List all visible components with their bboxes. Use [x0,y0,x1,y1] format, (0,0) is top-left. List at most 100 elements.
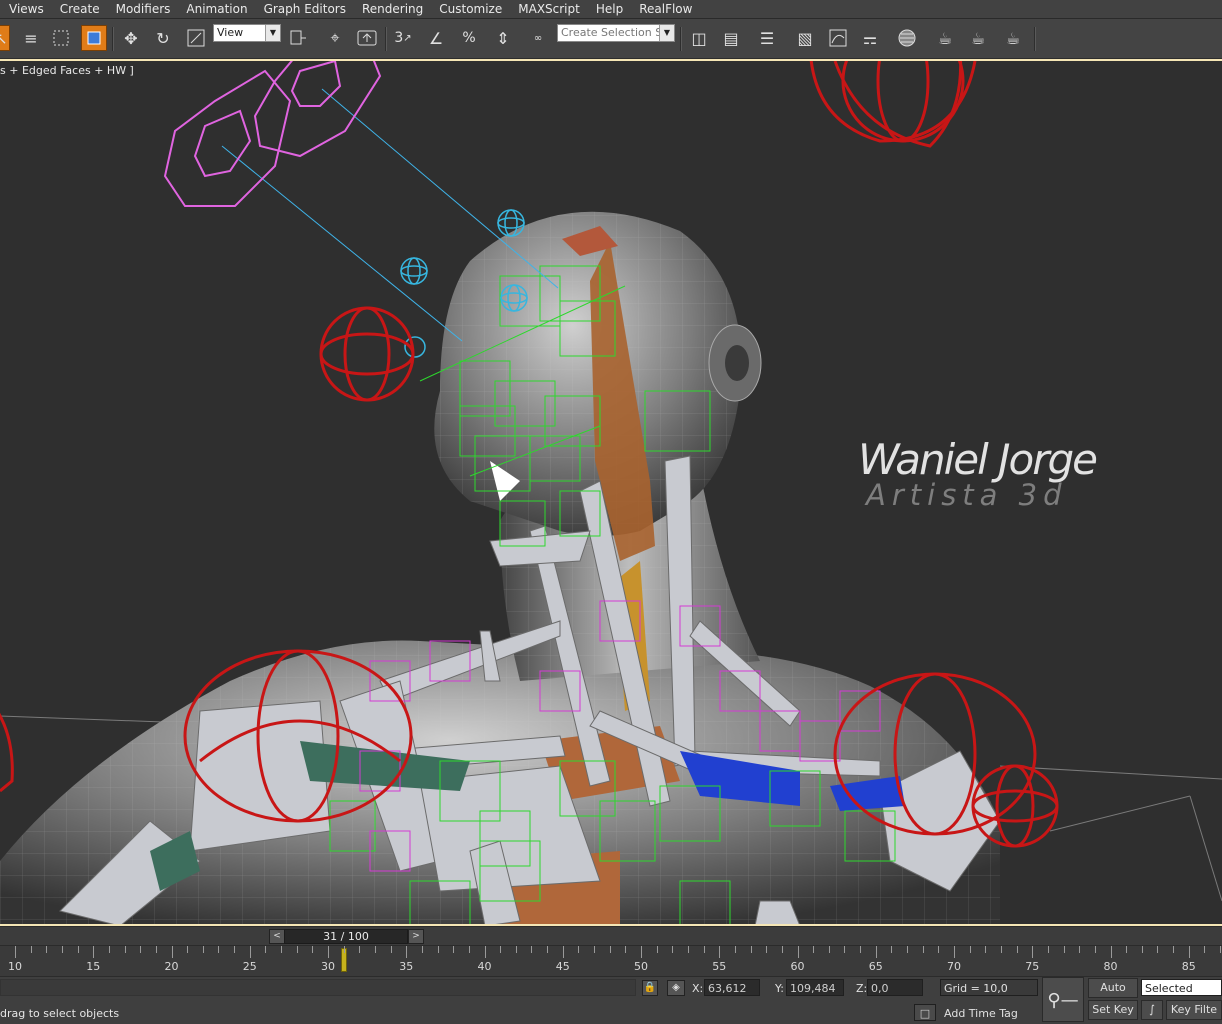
track-tick [969,946,971,953]
track-tick-label: 75 [1025,960,1040,973]
track-tick [500,946,502,953]
set-key-button[interactable]: Set Key [1088,1000,1138,1020]
track-tick-label: 45 [555,960,570,973]
select-manipulate-icon[interactable]: ⌖ [322,25,348,51]
menu-create[interactable]: Create [51,0,107,18]
snap-3d-icon[interactable]: 3 ↗ [390,25,416,51]
track-tick [1000,946,1002,953]
y-label: Y: [775,982,784,995]
track-tick-label: 60 [790,960,805,973]
window-crossing-icon[interactable] [81,25,107,51]
angle-snap-icon[interactable]: ∠ [423,25,449,51]
schematic-view-icon[interactable]: ⚎ [857,25,883,51]
auto-key-button[interactable]: Auto Key [1088,978,1138,1012]
menu-views[interactable]: Views [0,0,51,18]
maxscript-listener[interactable] [0,979,636,996]
track-tick [1079,946,1081,953]
absolute-mode-icon[interactable]: ◈ [667,980,685,996]
track-tick [1110,946,1112,958]
menu-realflow[interactable]: RealFlow [630,0,699,18]
mirror-icon[interactable]: ◫ [686,25,712,51]
key-filters-button[interactable]: Key Filte [1166,1000,1222,1020]
add-time-tag[interactable]: Add Time Tag [944,1007,1018,1020]
reference-coordinate-select[interactable]: View ▼ [213,24,281,42]
layer-manager-icon[interactable]: ☰ [754,25,780,51]
menu-help[interactable]: Help [587,0,630,18]
prev-frame-button[interactable]: < [269,929,285,944]
next-frame-button[interactable]: > [408,929,424,944]
track-tick-label: 85 [1181,960,1196,973]
align-icon[interactable]: ▤ [718,25,744,51]
percent-snap-icon[interactable]: % [456,25,482,51]
menu-modifiers[interactable]: Modifiers [107,0,178,18]
track-bar[interactable]: 10 15 20 25 30 35 40 45 50 55 60 65 70 75 80 85 [0,946,1222,976]
perspective-viewport[interactable]: s + Edged Faces + HW ] Waniel Jorge Arti… [0,59,1222,926]
track-tick [562,946,564,958]
track-tick [406,946,408,958]
track-tick [171,946,173,958]
status-bar: 🔒 ◈ X: 63,612 Y: 109,484 Z: 0,0 Grid = 1… [0,977,1222,1024]
time-slider-thumb[interactable]: 31 / 100 [284,929,408,944]
render-production-icon[interactable]: ☕ [1000,25,1026,51]
track-tick [641,946,642,958]
track-tick [719,946,721,958]
track-tick [15,946,16,958]
menu-maxscript[interactable]: MAXScript [509,0,587,18]
lock-icon[interactable]: 🔒 [642,980,658,996]
spinner-snap-icon[interactable]: ⇕ [490,25,516,51]
keyboard-shortcut-icon[interactable] [354,25,380,51]
x-label: X: [692,982,704,995]
track-tick [421,946,423,953]
track-tick [672,946,674,953]
track-tick [1220,946,1222,953]
menu-animation[interactable]: Animation [177,0,254,18]
material-editor-icon[interactable] [894,25,920,51]
track-tick-label: 20 [164,960,179,973]
track-tick [1204,946,1206,953]
select-by-name-icon[interactable]: ≡ [18,25,44,51]
menu-graph-editors[interactable]: Graph Editors [255,0,353,18]
render-setup-icon[interactable]: ☕ [932,25,958,51]
curve-editor-icon[interactable] [825,25,851,51]
track-tick [1173,946,1175,953]
menu-rendering[interactable]: Rendering [353,0,430,18]
graphite-tools-icon[interactable]: ▧ [792,25,818,51]
rectangular-selection-icon[interactable] [48,25,74,51]
named-selection-set-select[interactable]: Create Selection Se ▼ [557,24,675,42]
track-tick [875,946,877,958]
key-tangent-icon[interactable]: ∫ [1141,1000,1163,1020]
rendered-frame-icon[interactable]: ☕ [965,25,991,51]
x-coordinate-input[interactable]: 63,612 [704,979,760,996]
track-tick [766,946,768,953]
move-icon[interactable]: ✥ [118,25,144,51]
track-tick [828,946,830,953]
scale-icon[interactable] [183,25,209,51]
menu-bar: Views Create Modifiers Animation Graph E… [0,0,1222,19]
edit-named-selection-icon[interactable]: ∞ [525,25,551,51]
track-tick [750,946,752,953]
key-mode-select[interactable]: Selected [1141,979,1222,996]
watermark-name: Waniel Jorge [858,435,1098,484]
track-tick [1126,946,1128,953]
track-tick [108,946,110,953]
select-object-icon[interactable]: ↖ [0,25,10,51]
rotate-icon[interactable]: ↻ [150,25,176,51]
y-coordinate-input[interactable]: 109,484 [786,979,844,996]
menu-customize[interactable]: Customize [430,0,509,18]
track-tick [77,946,79,953]
z-coordinate-input[interactable]: 0,0 [867,979,923,996]
track-tick [922,946,924,953]
track-tick [1063,946,1065,953]
track-tick [954,946,955,958]
eye-controller [163,61,382,207]
track-tick-label: 40 [477,960,492,973]
pivot-center-icon[interactable] [285,25,311,51]
time-slider: < 31 / 100 > [0,927,1222,945]
track-tick [907,946,909,953]
add-time-tag-icon[interactable]: □ [914,1004,936,1021]
track-tick [609,946,611,953]
track-tick [374,946,376,953]
track-tick [30,946,32,953]
track-tick [860,946,862,953]
set-key-icon[interactable]: ⚲— [1042,977,1084,1022]
